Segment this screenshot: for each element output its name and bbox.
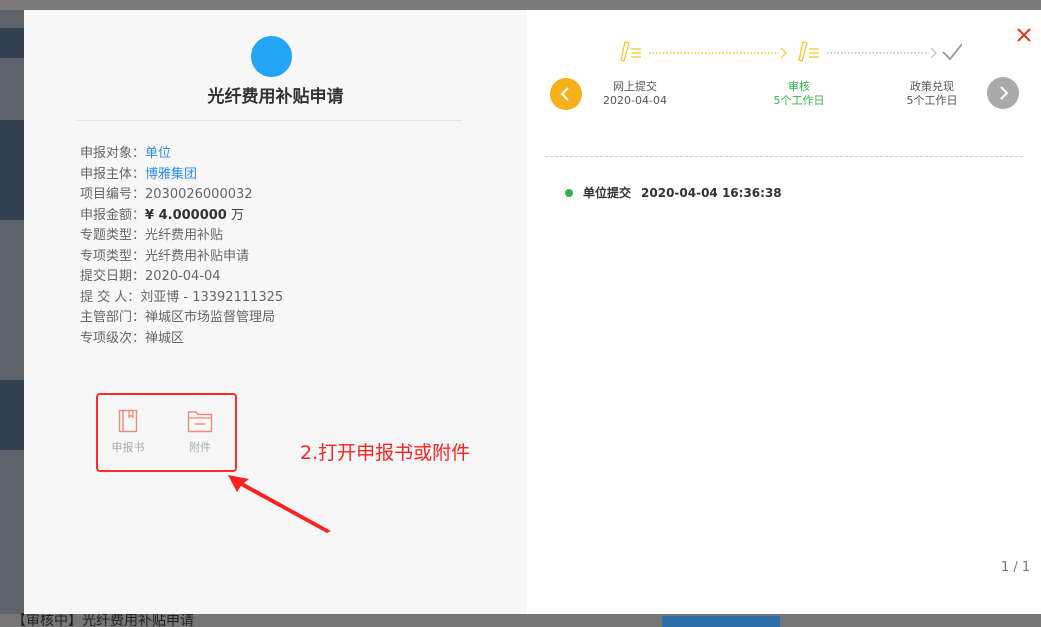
field-value: 2030026000032: [145, 187, 253, 202]
pencil-icon: [798, 41, 819, 62]
application-form-button[interactable]: 申报书: [103, 409, 153, 455]
step-review: 审核 5个工作日: [749, 80, 849, 108]
log-status: 单位提交: [583, 186, 632, 200]
attachment-button[interactable]: 附件: [175, 409, 225, 455]
step-name: 政策兑现: [910, 80, 954, 93]
log-entry: 单位提交 2020-04-04 16:36:38: [565, 184, 782, 201]
field-target: 申报对象：单位: [80, 144, 283, 165]
pagination-indicator: 1 / 1: [1001, 560, 1031, 575]
attachments-highlight-box: 申报书 附件: [96, 393, 237, 472]
chevron-left-icon: [560, 87, 569, 101]
next-step-button[interactable]: [987, 77, 1019, 109]
field-label: 申报主体：: [80, 166, 146, 182]
divider: [76, 120, 462, 121]
field-label: 专项级次：: [80, 330, 146, 346]
close-icon: [1017, 28, 1031, 42]
application-title: 光纤费用补贴申请: [207, 87, 344, 107]
folder-icon: [187, 411, 213, 433]
field-value: 2020-04-04: [145, 269, 221, 284]
background-page-sidebar: [0, 10, 24, 616]
attachment-label: 附件: [189, 441, 211, 454]
step-policy-payout: 政策兑现 5个工作日: [882, 80, 982, 108]
log-time: 2020-04-04 16:36:38: [641, 186, 782, 200]
step-detail: 5个工作日: [906, 94, 958, 107]
progress-panel: 网上提交 2020-04-04 审核 5个工作日 政策兑现 5个工作日 单位提交…: [527, 10, 1041, 614]
step-detail: 2020-04-04: [603, 94, 667, 107]
field-value: 光纤费用补贴申请: [145, 248, 250, 264]
application-detail-modal: 光纤费用补贴申请 申报对象：单位 申报主体：博雅集团 项目编号：20300260…: [24, 10, 1041, 614]
annotation-arrow-icon: [228, 475, 331, 533]
step-submit: 网上提交 2020-04-04: [585, 80, 685, 108]
field-value: 禅城区市场监督管理局: [145, 310, 276, 325]
pencil-icon: [620, 41, 641, 62]
background-button: [662, 616, 780, 627]
field-label: 专项类型：: [80, 248, 146, 264]
field-label: 提 交 人：: [80, 289, 141, 305]
close-button[interactable]: [1017, 25, 1031, 45]
field-level: 专项级次：禅城区: [80, 329, 283, 350]
field-topic-type: 专题类型：光纤费用补贴: [80, 226, 283, 247]
annotation-text: 2.打开申报书或附件: [300, 442, 471, 464]
field-department: 主管部门：禅城区市场监督管理局: [80, 308, 283, 329]
subject-link[interactable]: 博雅集团: [145, 167, 197, 182]
field-project-number: 项目编号：2030026000032: [80, 185, 283, 206]
status-dot-icon: [565, 189, 573, 197]
field-label: 申报对象：: [80, 146, 146, 161]
field-value: 刘亚博 - 13392111325: [140, 289, 284, 305]
field-label: 项目编号：: [80, 187, 146, 202]
field-amount: 申报金额：¥ 4.000000 万: [80, 206, 283, 227]
book-icon: [118, 409, 138, 433]
field-value: ¥ 4.000000: [145, 207, 227, 223]
divider: [545, 156, 1023, 157]
field-label: 提交日期：: [80, 269, 146, 284]
field-subject: 申报主体：博雅集团: [80, 165, 283, 186]
step-name: 网上提交: [613, 80, 657, 93]
field-label: 申报金额：: [80, 207, 146, 223]
field-special-type: 专项类型：光纤费用补贴申请: [80, 247, 283, 268]
field-value: 禅城区: [145, 330, 185, 346]
step-detail: 5个工作日: [773, 94, 825, 107]
field-submit-date: 提交日期：2020-04-04: [80, 267, 283, 288]
field-label: 专题类型：: [80, 228, 146, 243]
step-name: 审核: [788, 80, 810, 93]
field-submitter: 提 交 人：刘亚博 - 13392111325: [80, 288, 283, 309]
chevron-right-icon: [1000, 86, 1009, 100]
application-info-panel: 光纤费用补贴申请 申报对象：单位 申报主体：博雅集团 项目编号：20300260…: [24, 10, 527, 614]
progress-steps-track: [620, 41, 962, 62]
prev-step-button[interactable]: [550, 78, 582, 110]
field-label: 主管部门：: [80, 310, 146, 325]
field-value: 光纤费用补贴: [145, 228, 224, 243]
field-value: 单位: [145, 146, 172, 161]
application-form-label: 申报书: [111, 441, 145, 454]
check-icon: [942, 43, 962, 61]
field-unit: 万: [226, 207, 244, 223]
application-field-list: 申报对象：单位 申报主体：博雅集团 项目编号：2030026000032 申报金…: [80, 144, 283, 349]
applicant-avatar: [251, 36, 292, 77]
